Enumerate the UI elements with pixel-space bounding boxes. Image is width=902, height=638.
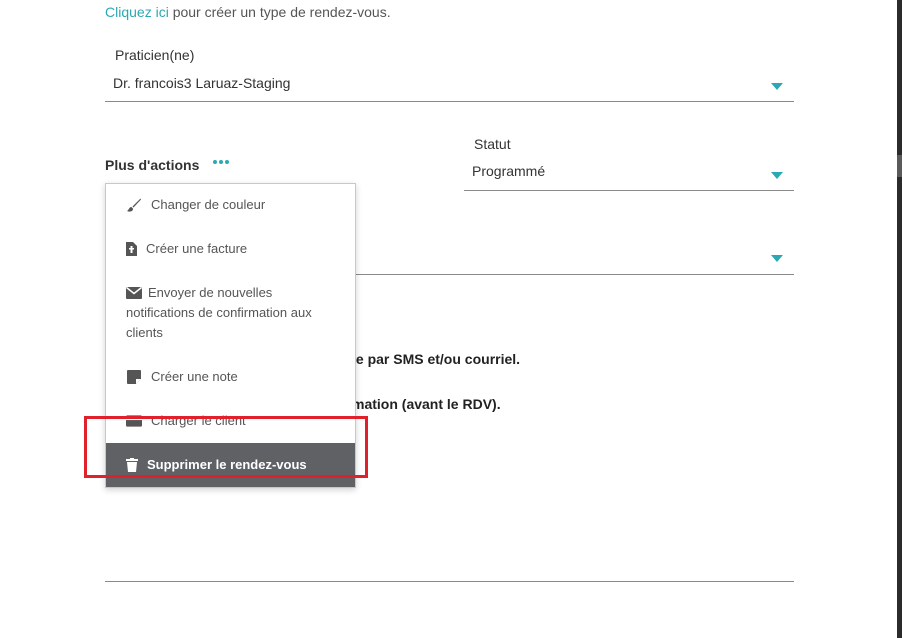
create-appointment-type-line: Cliquez ici pour créer un type de rendez… (105, 4, 391, 20)
trash-icon (126, 457, 138, 473)
menu-item-delete-appointment[interactable]: Supprimer le rendez-vous (106, 443, 355, 487)
practitioner-label: Praticien(ne) (115, 47, 195, 63)
status-select-value[interactable]: Programmé (472, 163, 545, 179)
menu-item-change-color[interactable]: Changer de couleur (106, 184, 355, 227)
confirmation-text: mation (avant le RDV). (352, 396, 501, 412)
status-underline (464, 190, 794, 191)
menu-item-send-notifications[interactable]: Envoyer de nouvelles notifications de co… (106, 271, 355, 355)
practitioner-dropdown-icon[interactable] (771, 83, 783, 90)
sms-reminder-text: le par SMS et/ou courriel. (352, 351, 521, 367)
more-actions-label: Plus d'actions (105, 157, 200, 173)
hidden-field-dropdown-icon[interactable] (771, 255, 783, 262)
menu-item-label: Envoyer de nouvelles notifications de co… (126, 285, 312, 340)
envelope-icon (126, 285, 142, 301)
menu-item-label: Changer de couleur (151, 197, 266, 212)
hidden-field-underline (354, 274, 794, 275)
status-dropdown-icon[interactable] (771, 172, 783, 179)
invoice-icon (126, 241, 137, 257)
window-edge-notch (897, 155, 902, 177)
menu-item-create-note[interactable]: Créer une note (106, 355, 355, 399)
more-actions-menu: Changer de couleur Créer une facture Env… (105, 183, 356, 488)
create-appointment-type-text: pour créer un type de rendez-vous. (168, 4, 391, 20)
paintbrush-icon (126, 197, 142, 213)
window-edge (897, 0, 902, 638)
menu-item-charge-client[interactable]: Charger le client (106, 399, 355, 443)
status-label: Statut (474, 136, 511, 152)
practitioner-select-value[interactable]: Dr. francois3 Laruaz-Staging (113, 75, 290, 91)
menu-item-label: Supprimer le rendez-vous (147, 457, 307, 472)
notes-underline (105, 581, 794, 582)
create-appointment-type-link[interactable]: Cliquez ici (105, 4, 169, 20)
practitioner-underline (105, 101, 794, 102)
note-icon (126, 369, 142, 385)
menu-item-create-invoice[interactable]: Créer une facture (106, 227, 355, 271)
credit-card-icon (126, 413, 142, 429)
more-actions-icon[interactable] (211, 158, 231, 166)
menu-item-label: Créer une facture (146, 241, 248, 256)
menu-item-label: Créer une note (151, 369, 238, 384)
menu-item-label: Charger le client (151, 413, 246, 428)
